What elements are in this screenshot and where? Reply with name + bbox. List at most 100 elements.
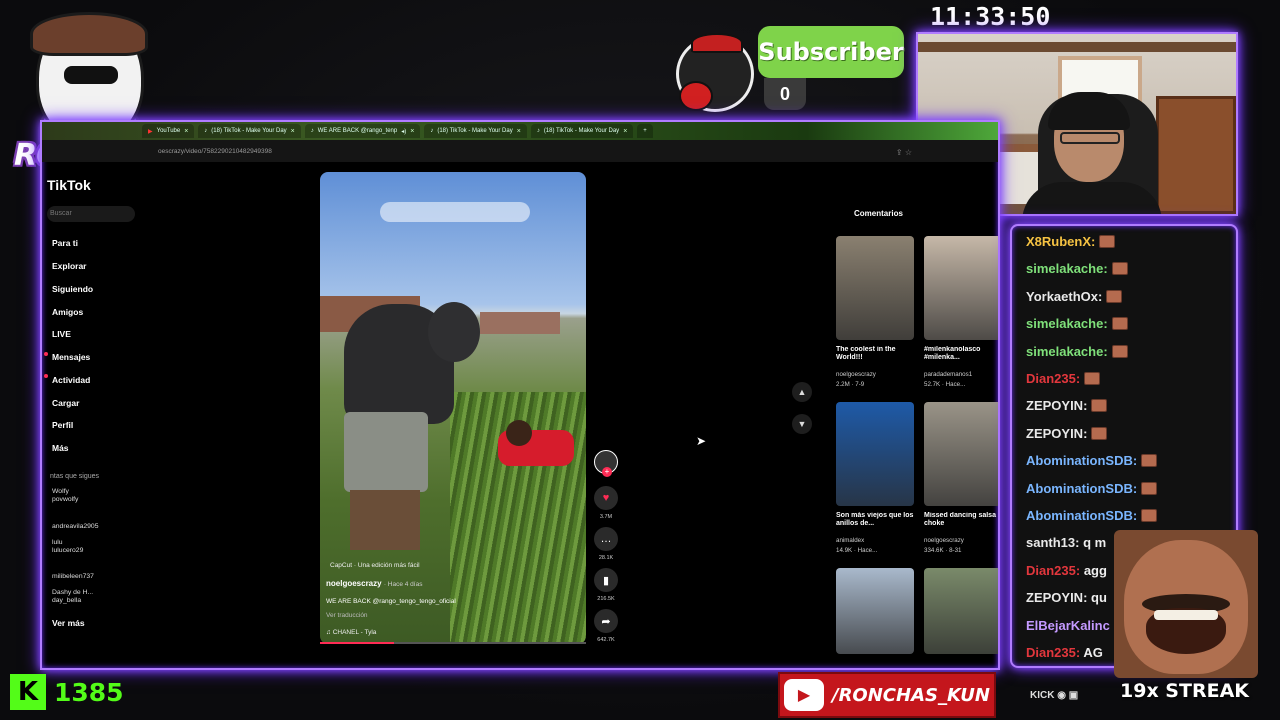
laughing-meme-overlay xyxy=(1114,530,1258,678)
share-arrow-icon[interactable]: ➦ xyxy=(594,609,618,633)
related-video-user[interactable]: animaldex xyxy=(836,537,864,544)
chat-message: YorkaethOx: xyxy=(1026,289,1123,304)
video-progress-bar[interactable] xyxy=(320,642,586,644)
chat-message: AbominationSDB: xyxy=(1026,453,1158,468)
chat-username[interactable]: Dian235: xyxy=(1026,371,1080,386)
chat-username[interactable]: ElBejarKalinc xyxy=(1026,618,1110,633)
chat-username[interactable]: simelakache: xyxy=(1026,344,1108,359)
related-video-thumbnail[interactable] xyxy=(836,236,914,340)
related-video-user[interactable]: noelgoescrazy xyxy=(924,537,964,544)
chat-username[interactable]: simelakache: xyxy=(1026,316,1108,331)
video-player[interactable] xyxy=(320,172,586,644)
followed-account[interactable]: milibeleen737 xyxy=(52,573,94,581)
stream-overlay: RONCHAS Subscriber 0 11:33:50 ▶YouTube× … xyxy=(0,0,1280,720)
webcam-dresser xyxy=(1156,96,1236,214)
kick-logo-icon: K xyxy=(10,674,46,710)
share-icon[interactable]: ⇪ xyxy=(896,148,903,157)
chat-message: Dian235: AG xyxy=(1026,645,1103,660)
related-video-thumbnail[interactable] xyxy=(924,568,998,654)
close-icon[interactable]: × xyxy=(184,128,188,135)
related-video-thumbnail[interactable] xyxy=(836,568,914,654)
chat-username[interactable]: X8RubenX: xyxy=(1026,234,1095,249)
sidebar-item-mas[interactable]: Más xyxy=(52,443,69,453)
music-label[interactable]: ♫ CHANEL - Tyla xyxy=(326,629,376,636)
close-icon[interactable]: × xyxy=(291,128,295,135)
chat-username[interactable]: AbominationSDB: xyxy=(1026,508,1137,523)
music-note-icon: ♫ xyxy=(326,629,333,636)
followed-account[interactable]: Wolfy povwolfy xyxy=(52,488,78,504)
like-heart-icon[interactable]: ♥ xyxy=(594,486,618,510)
chat-username[interactable]: ZEPOYIN: xyxy=(1026,426,1087,441)
close-icon[interactable]: × xyxy=(623,128,627,135)
related-video-thumbnail[interactable] xyxy=(924,236,998,340)
related-video-thumbnail[interactable] xyxy=(836,402,914,506)
chat-message: ZEPOYIN: xyxy=(1026,398,1108,413)
related-video-thumbnail[interactable] xyxy=(924,402,998,506)
ceiling-beam xyxy=(918,42,1236,52)
chevron-up-icon[interactable]: ▲ xyxy=(792,382,812,402)
browser-tab[interactable]: ♪ (18) TikTok - Make Your Day × xyxy=(530,124,634,138)
chat-username[interactable]: simelakache: xyxy=(1026,261,1108,276)
chat-username[interactable]: santh13: xyxy=(1026,535,1079,550)
logo-glasses xyxy=(64,66,118,84)
creator-avatar[interactable]: + xyxy=(594,450,618,477)
followed-account[interactable]: Dashy de H... day_bella xyxy=(52,589,93,605)
chat-username[interactable]: Dian235: xyxy=(1026,563,1080,578)
chat-username[interactable]: AbominationSDB: xyxy=(1026,481,1137,496)
chat-username[interactable]: Dian235: xyxy=(1026,645,1080,660)
follow-plus-icon[interactable]: + xyxy=(602,467,612,477)
search-input[interactable]: Buscar xyxy=(47,206,135,222)
account-name: lulu xyxy=(52,539,63,546)
like-count: 3.7M xyxy=(599,514,613,520)
chat-message: simelakache: xyxy=(1026,344,1128,359)
sidebar-item-perfil[interactable]: Perfil xyxy=(52,420,73,430)
chat-emote-icon xyxy=(1111,262,1128,276)
close-icon[interactable]: × xyxy=(410,128,414,135)
chat-username[interactable]: YorkaethOx: xyxy=(1026,289,1102,304)
tab-label: YouTube xyxy=(156,128,181,134)
subscriber-count: 0 xyxy=(764,78,806,110)
sidebar-item-live[interactable]: LIVE xyxy=(52,329,71,339)
bookmark-star-icon[interactable]: ☆ xyxy=(905,148,912,157)
sidebar-item-actividad[interactable]: Actividad xyxy=(52,375,90,385)
video-author[interactable]: noelgoescrazy · Hace 4 días xyxy=(326,579,422,588)
capcut-tag[interactable]: CapCut · Una edición más fácil xyxy=(330,562,420,569)
sidebar-item-mensajes[interactable]: Mensajes xyxy=(52,352,90,362)
browser-tab[interactable]: ♪ (18) TikTok - Make Your Day × xyxy=(198,124,301,138)
video-person-shorts xyxy=(344,412,428,492)
subscriber-badge: Subscriber xyxy=(758,26,904,78)
sidebar-item-explorar[interactable]: Explorar xyxy=(52,261,87,271)
translate-link[interactable]: Ver traducción xyxy=(326,612,368,619)
sidebar-item-para-ti[interactable]: Para ti xyxy=(52,238,78,248)
sidebar-item-cargar[interactable]: Cargar xyxy=(52,398,79,408)
tiktok-logo-text[interactable]: TikTok xyxy=(47,177,91,193)
chat-message: ZEPOYIN: xyxy=(1026,426,1108,441)
browser-tab[interactable]: ♪ (18) TikTok - Make Your Day × xyxy=(424,124,527,138)
chat-username[interactable]: ZEPOYIN: xyxy=(1026,398,1087,413)
sidebar-item-siguiendo[interactable]: Siguiendo xyxy=(52,284,93,294)
account-name: Dashy de H... xyxy=(52,589,94,596)
following-header: ntas que sigues xyxy=(50,473,100,480)
followed-account[interactable]: andreavila2905 xyxy=(52,523,98,531)
address-bar[interactable]: oescrazy/video/7582290210482949398 xyxy=(42,140,998,162)
bookmark-icon[interactable]: ▮ xyxy=(594,568,618,592)
chat-username[interactable]: ZEPOYIN: xyxy=(1026,590,1087,605)
chat-username[interactable]: AbominationSDB: xyxy=(1026,453,1137,468)
related-video-user[interactable]: paradademanos1 xyxy=(924,371,972,378)
url-text: oescrazy/video/7582290210482949398 xyxy=(158,147,272,155)
chat-emote-icon xyxy=(1141,509,1158,522)
see-more-link[interactable]: Ver más xyxy=(52,618,85,628)
followed-account[interactable]: lulu lulucero29 xyxy=(52,539,83,555)
share-count: 642.7K xyxy=(597,637,615,643)
related-video-user[interactable]: noelgoescrazy xyxy=(836,371,876,378)
browser-tab-strip: ▶ YouTube × ♪ (18) TikTok - Make Your Day × … xyxy=(42,122,998,140)
comment-icon[interactable]: … xyxy=(594,527,618,551)
close-icon[interactable]: × xyxy=(517,128,521,135)
browser-tab[interactable]: ▶ YouTube × xyxy=(142,124,195,138)
tab-comentarios[interactable]: Comentarios xyxy=(854,209,903,218)
sidebar-item-amigos[interactable]: Amigos xyxy=(52,307,83,317)
chevron-down-icon[interactable]: ▼ xyxy=(792,414,812,434)
browser-tab-active[interactable]: ♪ WE ARE BACK @rango_tenp ◂) × xyxy=(304,124,421,138)
related-video-meta: 52.7K · Hace... xyxy=(924,381,966,388)
new-tab-button[interactable]: + xyxy=(637,124,653,138)
